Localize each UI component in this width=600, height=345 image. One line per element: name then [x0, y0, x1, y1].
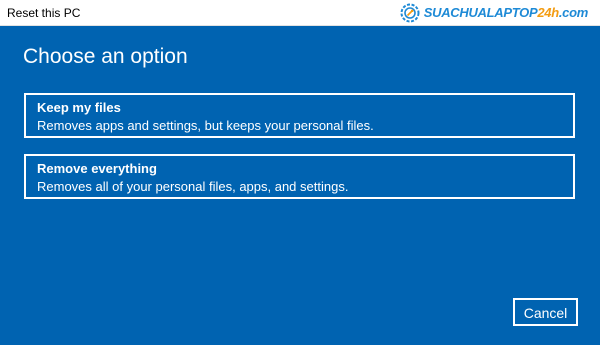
- cancel-button[interactable]: Cancel: [513, 298, 578, 326]
- option-title: Keep my files: [37, 100, 121, 115]
- gear-icon: [400, 3, 420, 23]
- main-content: Choose an option Keep my files Removes a…: [0, 26, 600, 345]
- page-title: Choose an option: [23, 45, 188, 68]
- reset-pc-window: Reset this PC SUACHUALAPTOP24h.com Choos…: [0, 0, 600, 345]
- window-title: Reset this PC: [7, 6, 81, 20]
- title-bar: Reset this PC SUACHUALAPTOP24h.com: [0, 0, 600, 26]
- remove-everything-option[interactable]: Remove everything Removes all of your pe…: [24, 154, 575, 199]
- watermark-logo: SUACHUALAPTOP24h.com: [400, 3, 588, 23]
- option-description: Removes all of your personal files, apps…: [37, 179, 349, 194]
- keep-my-files-option[interactable]: Keep my files Removes apps and settings,…: [24, 93, 575, 138]
- option-description: Removes apps and settings, but keeps you…: [37, 118, 374, 133]
- option-title: Remove everything: [37, 161, 157, 176]
- watermark-text: SUACHUALAPTOP24h.com: [423, 5, 589, 20]
